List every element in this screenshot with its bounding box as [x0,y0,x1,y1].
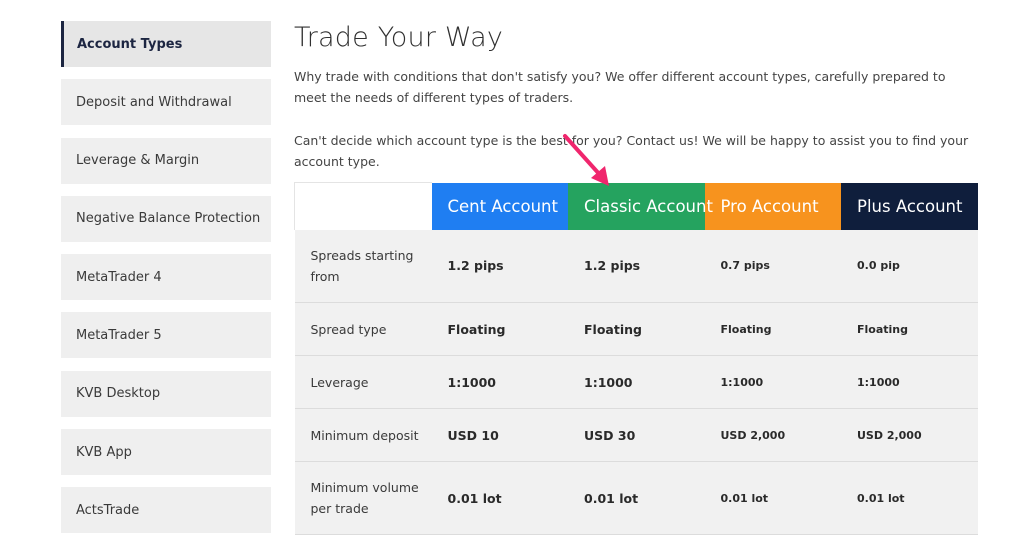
table-cell: 1:1000 [431,355,568,409]
table-row: Spreads starting from 1.2 pips 1.2 pips … [294,229,978,303]
row-label: Minimum volume per trade [294,461,432,535]
row-label: Leverage [294,355,432,409]
table-cell: 1.2 pips [568,229,705,303]
table-cell: 0.01 lot [841,461,978,535]
table-cell: 1:1000 [568,355,705,409]
table-cell: 0.01 lot [704,461,841,535]
sidebar-item-label: KVB App [76,444,132,460]
sidebar-item-kvb-desktop[interactable]: KVB Desktop [61,370,271,417]
table-cell: USD 2,000 [704,408,841,462]
header-plus-account: Plus Account [841,182,978,230]
intro-text: Why trade with conditions that don't sat… [294,69,946,105]
table-cell: 1:1000 [704,355,841,409]
sidebar-item-label: ActsTrade [76,502,140,518]
header-classic-account: Classic Account [568,182,713,230]
table-cell: USD 10 [431,408,568,462]
table-header-row: Cent Account Classic Account Pro Account… [294,182,978,230]
contact-text: Can't decide which account type is the b… [294,133,969,169]
row-label: Minimum deposit [294,408,432,462]
header-cent-account: Cent Account [431,182,568,230]
table-cell: Floating [841,302,978,356]
sidebar-item-kvb-app[interactable]: KVB App [61,429,271,476]
sidebar-item-label: Leverage & Margin [76,153,200,169]
table-cell: 0.01 lot [568,461,705,535]
sidebar-item-deposit-withdrawal[interactable]: Deposit and Withdrawal [61,79,271,126]
table-cell: USD 2,000 [841,408,978,462]
sidebar-item-account-types[interactable]: Account Types [61,21,271,67]
sidebar-item-label: MetaTrader 5 [76,327,162,343]
table-cell: Floating [568,302,705,356]
table-header-blank [294,182,432,230]
header-pro-account: Pro Account [704,182,841,230]
table-row: Spread type Floating Floating Floating F… [294,302,978,356]
account-comparison-table: Cent Account Classic Account Pro Account… [294,182,978,535]
sidebar-item-leverage-margin[interactable]: Leverage & Margin [61,137,271,184]
table-row: Minimum deposit USD 10 USD 30 USD 2,000 … [294,408,978,462]
sidebar-item-label: Deposit and Withdrawal [76,94,232,110]
table-cell: USD 30 [568,408,705,462]
table-cell: 0.0 pip [841,229,978,303]
row-label: Spreads starting from [294,229,432,303]
sidebar-item-metatrader-4[interactable]: MetaTrader 4 [61,254,271,301]
table-cell: 1:1000 [841,355,978,409]
sidebar-item-label: Negative Balance Protection [76,211,261,227]
table-cell: Floating [431,302,568,356]
table-cell: Floating [704,302,841,356]
table-cell: 1.2 pips [431,229,568,303]
sidebar-item-actstrade[interactable]: ActsTrade [61,487,271,534]
sidebar: Account Types Deposit and Withdrawal Lev… [61,21,271,546]
table-cell: 0.01 lot [431,461,568,535]
page-title: Trade Your Way [294,22,504,53]
table-row: Minimum volume per trade 0.01 lot 0.01 l… [294,461,978,535]
sidebar-item-negative-balance-protection[interactable]: Negative Balance Protection [61,195,271,242]
sidebar-item-label: KVB Desktop [76,386,161,402]
table-cell: 0.7 pips [704,229,841,303]
sidebar-item-metatrader-5[interactable]: MetaTrader 5 [61,312,271,359]
sidebar-item-label: MetaTrader 4 [76,269,162,285]
sidebar-item-label: Account Types [77,36,183,52]
row-label: Spread type [294,302,432,356]
table-row: Leverage 1:1000 1:1000 1:1000 1:1000 [294,355,978,409]
